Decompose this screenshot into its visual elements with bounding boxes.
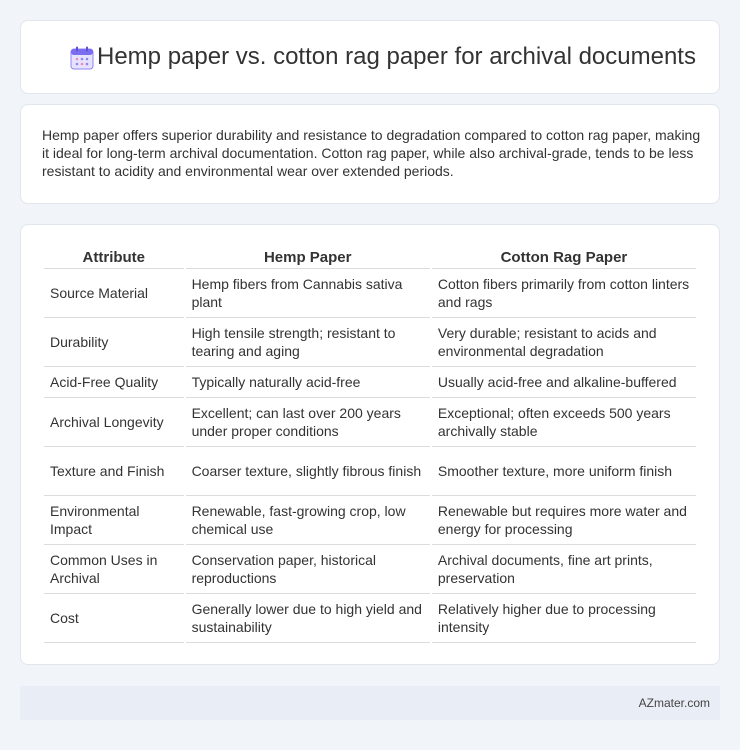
title-card: Hemp paper vs. cotton rag paper for arch… <box>20 20 720 94</box>
hemp-cell: Excellent; can last over 200 years under… <box>185 398 430 447</box>
cotton-cell: Smoother texture, more uniform finish <box>431 447 696 496</box>
summary-card: Hemp paper offers superior durability an… <box>20 104 720 204</box>
calendar-icon <box>70 46 94 70</box>
column-header: Attribute <box>44 246 184 269</box>
table-row: Archival Longevity Excellent; can last o… <box>44 398 696 447</box>
cotton-cell: Cotton fibers primarily from cotton lint… <box>431 269 696 318</box>
column-header: Cotton Rag Paper <box>431 246 696 269</box>
cotton-cell: Renewable but requires more water and en… <box>431 496 696 545</box>
hemp-cell: High tensile strength; resistant to tear… <box>185 318 430 367</box>
cotton-cell: Archival documents, fine art prints, pre… <box>431 545 696 594</box>
attribute-cell: Common Uses in Archival <box>44 545 184 594</box>
page-title: Hemp paper vs. cotton rag paper for arch… <box>97 43 696 70</box>
table-row: Durability High tensile strength; resist… <box>44 318 696 367</box>
attribute-cell: Source Material <box>44 269 184 318</box>
footer-bar: AZmater.com <box>20 686 720 720</box>
table-row: Acid-Free Quality Typically naturally ac… <box>44 367 696 398</box>
footer-brand[interactable]: AZmater.com <box>639 696 710 710</box>
table-row: Source Material Hemp fibers from Cannabi… <box>44 269 696 318</box>
table-row: Environmental Impact Renewable, fast-gro… <box>44 496 696 545</box>
attribute-cell: Archival Longevity <box>44 398 184 447</box>
table-row: Cost Generally lower due to high yield a… <box>44 594 696 643</box>
cotton-cell: Usually acid-free and alkaline-buffered <box>431 367 696 398</box>
attribute-cell: Acid-Free Quality <box>44 367 184 398</box>
comparison-table: Attribute Hemp Paper Cotton Rag Paper So… <box>42 246 698 643</box>
cotton-cell: Very durable; resistant to acids and env… <box>431 318 696 367</box>
summary-text: Hemp paper offers superior durability an… <box>42 127 701 179</box>
attribute-cell: Cost <box>44 594 184 643</box>
hemp-cell: Typically naturally acid-free <box>185 367 430 398</box>
cotton-cell: Relatively higher due to processing inte… <box>431 594 696 643</box>
hemp-cell: Coarser texture, slightly fibrous finish <box>185 447 430 496</box>
attribute-cell: Durability <box>44 318 184 367</box>
hemp-cell: Generally lower due to high yield and su… <box>185 594 430 643</box>
hemp-cell: Renewable, fast-growing crop, low chemic… <box>185 496 430 545</box>
table-row: Texture and Finish Coarser texture, slig… <box>44 447 696 496</box>
attribute-cell: Texture and Finish <box>44 447 184 496</box>
hemp-cell: Conservation paper, historical reproduct… <box>185 545 430 594</box>
cotton-cell: Exceptional; often exceeds 500 years arc… <box>431 398 696 447</box>
table-header-row: Attribute Hemp Paper Cotton Rag Paper <box>44 246 696 269</box>
hemp-cell: Hemp fibers from Cannabis sativa plant <box>185 269 430 318</box>
table-row: Common Uses in Archival Conservation pap… <box>44 545 696 594</box>
column-header: Hemp Paper <box>185 246 430 269</box>
comparison-card: Attribute Hemp Paper Cotton Rag Paper So… <box>20 224 720 665</box>
attribute-cell: Environmental Impact <box>44 496 184 545</box>
